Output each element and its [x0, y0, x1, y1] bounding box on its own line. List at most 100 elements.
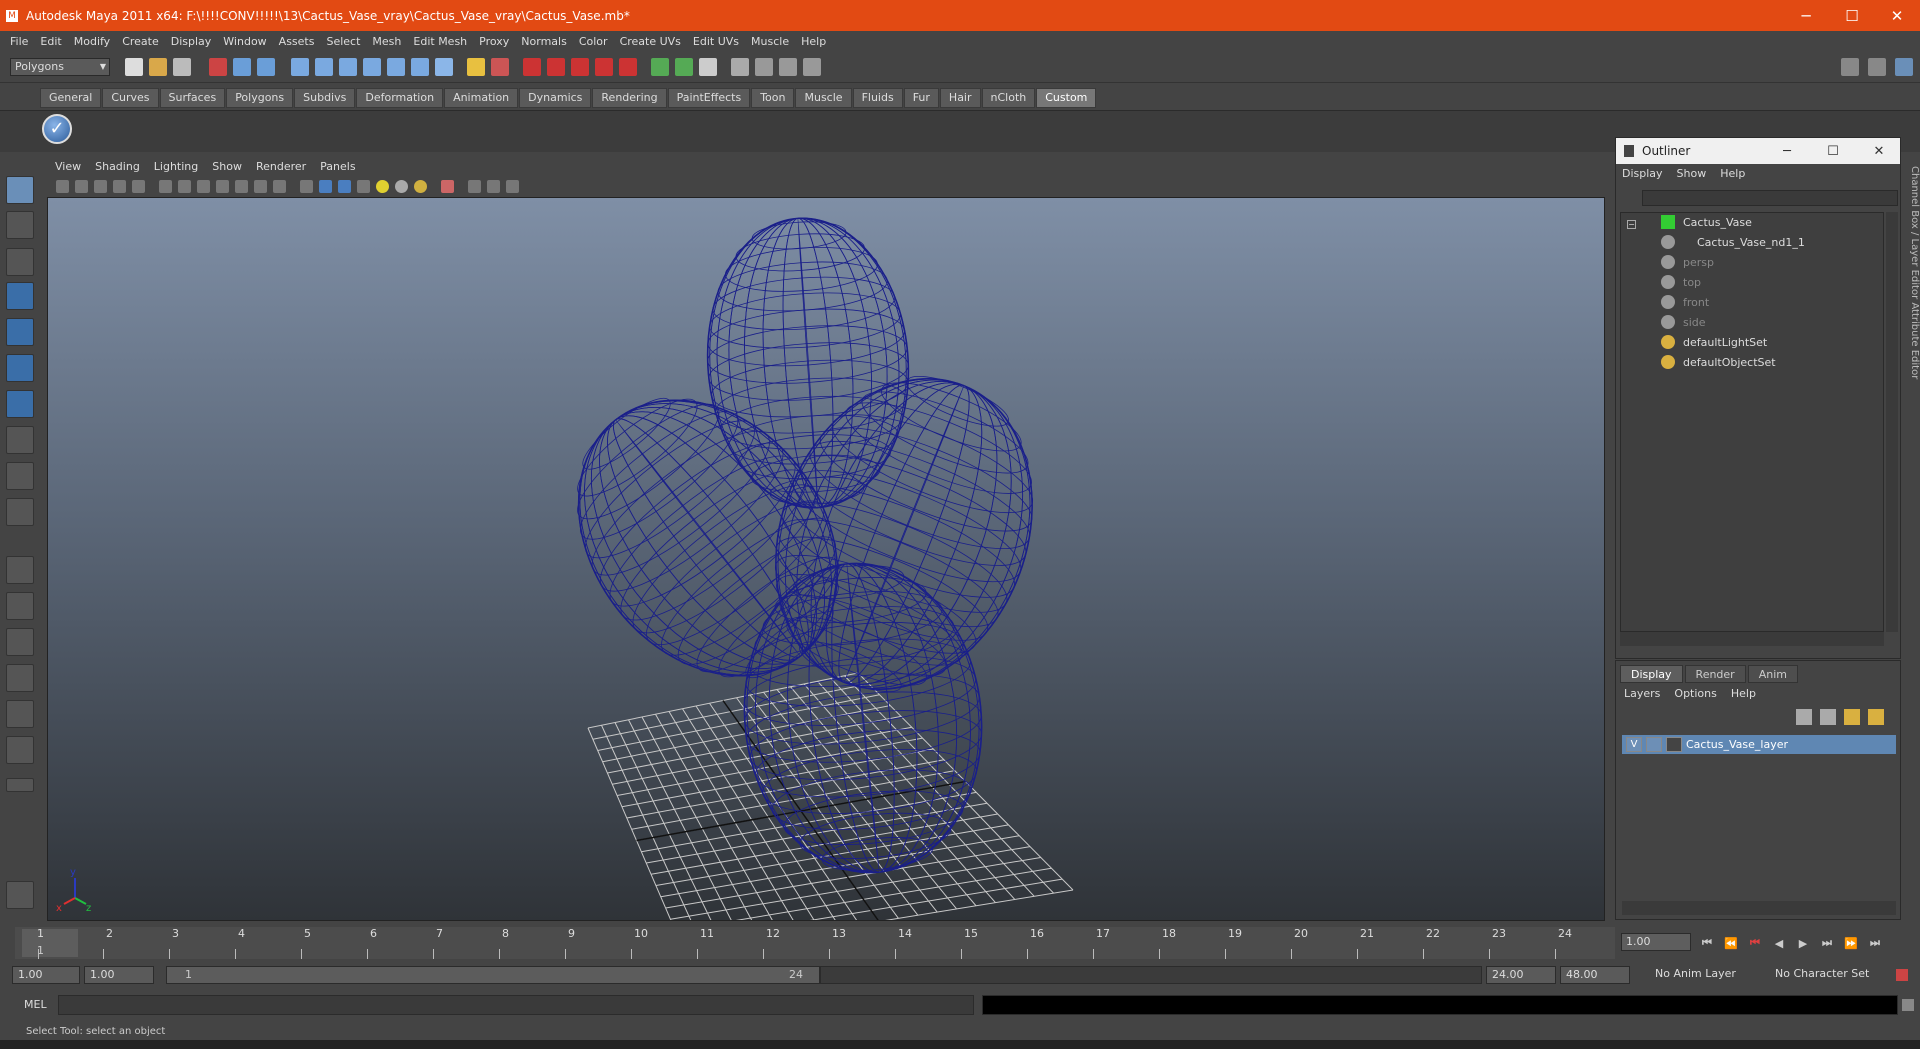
anim-layer-select[interactable]: No Anim Layer	[1650, 966, 1762, 984]
render-region-icon[interactable]	[491, 57, 509, 76]
render-view-icon[interactable]	[619, 57, 637, 76]
new-scene-icon[interactable]	[125, 57, 143, 76]
smooth-shade-icon[interactable]	[319, 179, 332, 193]
new-layer-empty-icon[interactable]	[1796, 709, 1812, 725]
layer-type-toggle[interactable]	[1646, 737, 1662, 752]
gear-alt-icon[interactable]	[779, 57, 797, 76]
outliner-menu-display[interactable]: Display	[1622, 167, 1663, 180]
new-layer-selected-icon[interactable]	[1844, 709, 1860, 725]
menu-create[interactable]: Create	[116, 35, 165, 48]
menu-modify[interactable]: Modify	[68, 35, 116, 48]
soft-mod-icon[interactable]	[6, 426, 34, 454]
time-slider[interactable]: 1 1 2 3 4 5 6 7 8 9 10 11 12 13 14 15 16 17 18 19 20 21 22 23 2…	[15, 927, 1615, 959]
step-back-frame-button[interactable]: ⏮	[1743, 936, 1767, 950]
go-to-end-button[interactable]: ⏭	[1863, 936, 1887, 950]
tab-toon[interactable]: Toon	[751, 88, 795, 108]
menu-edit-mesh[interactable]: Edit Mesh	[407, 35, 473, 48]
tab-display[interactable]: Display	[1620, 665, 1683, 683]
help-icon[interactable]	[435, 57, 453, 76]
menu-edit[interactable]: Edit	[34, 35, 67, 48]
outliner-graph-layout-icon[interactable]	[6, 736, 34, 764]
menu-help[interactable]: Help	[795, 35, 832, 48]
tab-dynamics[interactable]: Dynamics	[519, 88, 592, 108]
layout-more-icon[interactable]	[6, 778, 34, 792]
menu-edit-uvs[interactable]: Edit UVs	[687, 35, 745, 48]
tab-surfaces[interactable]: Surfaces	[159, 88, 226, 108]
wireframe-on-shaded-icon[interactable]	[338, 179, 351, 193]
field-chart-icon[interactable]	[216, 179, 229, 193]
move-tool-icon[interactable]	[6, 282, 34, 310]
vp-menu-view[interactable]: View	[48, 160, 88, 173]
vp-menu-renderer[interactable]: Renderer	[249, 160, 313, 173]
menu-mesh[interactable]: Mesh	[366, 35, 407, 48]
tab-render[interactable]: Render	[1684, 665, 1746, 683]
layout-four-icon[interactable]	[1868, 58, 1886, 76]
tab-animation[interactable]: Animation	[444, 88, 519, 108]
tab-subdivs[interactable]: Subdivs	[294, 88, 356, 108]
auto-key-icon[interactable]	[1896, 969, 1908, 981]
channel-box-icon[interactable]	[675, 57, 693, 76]
history-icon[interactable]	[411, 57, 429, 76]
layer-row[interactable]: V Cactus_Vase_layer	[1622, 735, 1896, 754]
rotate-tool-icon[interactable]	[6, 318, 34, 346]
outliner-close-button[interactable]: ✕	[1856, 138, 1902, 164]
script-editor-icon[interactable]	[1902, 999, 1914, 1011]
list-item[interactable]: defaultLightSet	[1661, 333, 1767, 351]
last-tool-icon[interactable]	[6, 498, 34, 526]
text-icon[interactable]	[273, 179, 286, 193]
play-backward-button[interactable]: ◀	[1767, 937, 1791, 950]
menu-window[interactable]: Window	[217, 35, 272, 48]
render-settings-icon[interactable]	[571, 57, 589, 76]
close-button[interactable]: ✕	[1874, 0, 1920, 31]
isolate-select-icon[interactable]	[441, 179, 454, 193]
menu-file[interactable]: File	[4, 35, 34, 48]
go-to-start-button[interactable]: ⏮	[1695, 936, 1719, 950]
four-pane-layout-icon[interactable]	[6, 592, 34, 620]
range-track[interactable]	[820, 966, 1482, 984]
list-item[interactable]: defaultObjectSet	[1661, 353, 1776, 371]
manipulator-tool-icon[interactable]	[6, 390, 34, 418]
open-scene-icon[interactable]	[149, 57, 167, 76]
resolution-gate-icon[interactable]	[178, 179, 191, 193]
vp-menu-panels[interactable]: Panels	[313, 160, 362, 173]
list-item[interactable]: Cactus_Vase_nd1_1	[1661, 233, 1805, 251]
menu-muscle[interactable]: Muscle	[745, 35, 795, 48]
snap-grid-icon[interactable]	[291, 57, 309, 76]
camera-select-icon[interactable]	[56, 179, 69, 193]
bookmark-icon[interactable]	[94, 179, 107, 193]
all-lights-icon[interactable]	[395, 179, 408, 193]
menu-normals[interactable]: Normals	[515, 35, 573, 48]
tab-ncloth[interactable]: nCloth	[981, 88, 1036, 108]
layer-color-swatch[interactable]	[1666, 737, 1682, 752]
outliner-v-scrollbar[interactable]	[1886, 212, 1898, 632]
side-tabs[interactable]: Channel Box / Layer Editor Attribute Edi…	[1901, 166, 1920, 626]
outliner-minimize-button[interactable]: ─	[1764, 138, 1810, 164]
tab-polygons[interactable]: Polygons	[226, 88, 294, 108]
menu-set-select[interactable]: Polygons ▼	[10, 57, 110, 76]
tab-anim[interactable]: Anim	[1747, 665, 1798, 683]
layer-menu-help[interactable]: Help	[1731, 687, 1756, 700]
tab-rendering[interactable]: Rendering	[592, 88, 667, 108]
tab-painteffects[interactable]: PaintEffects	[667, 88, 751, 108]
playback-end-field[interactable]: 24.00	[1486, 966, 1556, 984]
list-item[interactable]: front	[1661, 293, 1709, 311]
safe-title-icon[interactable]	[254, 179, 267, 193]
ipr-render-icon[interactable]	[547, 57, 565, 76]
persp-graph-layout-icon[interactable]	[6, 664, 34, 692]
layer-h-scrollbar[interactable]	[1622, 901, 1896, 915]
menu-display[interactable]: Display	[165, 35, 218, 48]
outliner-maximize-button[interactable]: ☐	[1810, 138, 1856, 164]
attribute-editor-icon[interactable]	[699, 57, 717, 76]
hotbox-icon[interactable]	[6, 881, 34, 909]
tab-hair[interactable]: Hair	[939, 88, 981, 108]
outliner-menu-show[interactable]: Show	[1677, 167, 1707, 180]
menu-assets[interactable]: Assets	[273, 35, 321, 48]
side-by-side-layout-icon[interactable]	[6, 628, 34, 656]
playback-start-field[interactable]: 1.00	[84, 966, 154, 984]
safe-action-icon[interactable]	[235, 179, 248, 193]
minimize-button[interactable]: ─	[1783, 0, 1829, 31]
range-slider[interactable]: 1 24	[166, 966, 820, 984]
make-live-icon[interactable]	[387, 57, 405, 76]
menu-color[interactable]: Color	[573, 35, 614, 48]
snap-curve-icon[interactable]	[315, 57, 333, 76]
